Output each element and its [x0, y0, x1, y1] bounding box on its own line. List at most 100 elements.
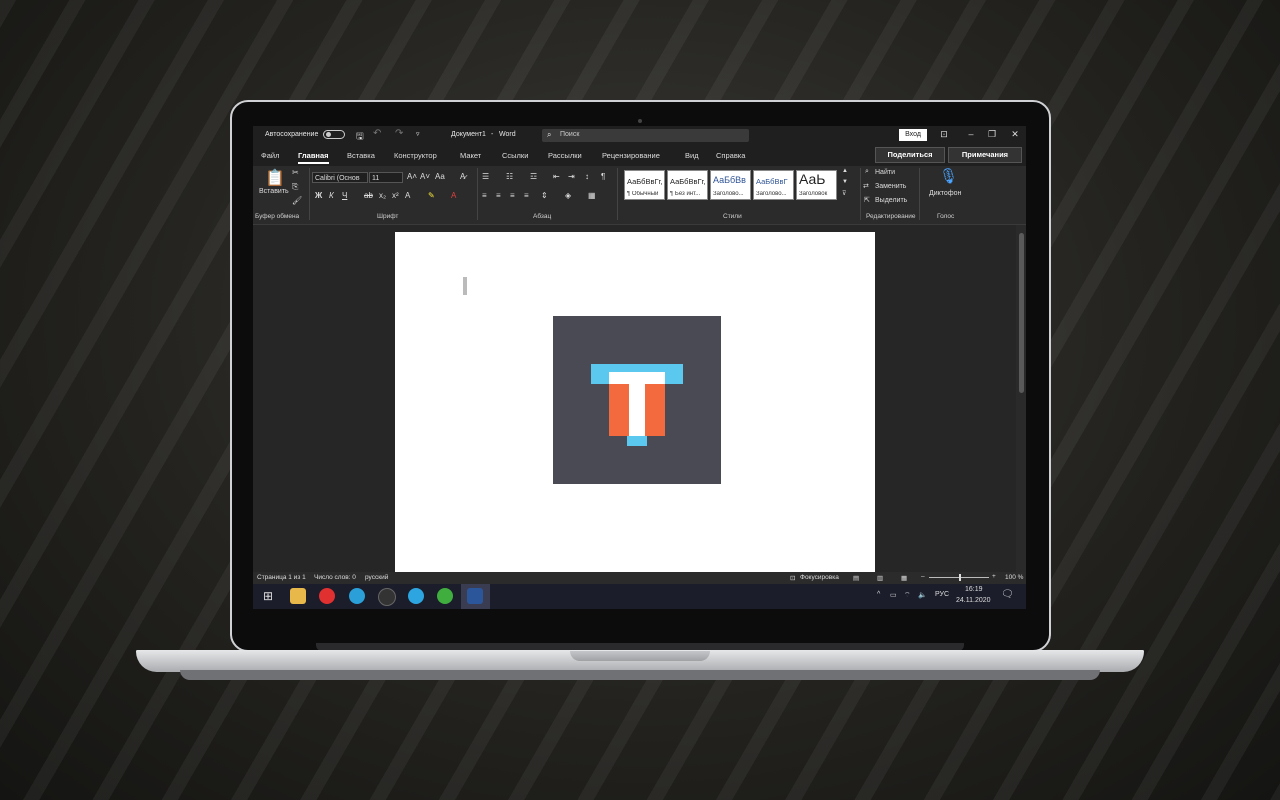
chevron-up-icon[interactable]: ^	[877, 591, 880, 598]
app-icon[interactable]	[378, 588, 396, 606]
tab-layout[interactable]: Макет	[460, 151, 481, 160]
tab-review[interactable]: Рецензирование	[602, 151, 660, 160]
decrease-indent-icon[interactable]: ⇤	[553, 172, 560, 181]
save-icon[interactable]: 🖫	[356, 129, 364, 145]
cut-icon[interactable]: ✂	[292, 168, 299, 177]
edge-icon[interactable]	[349, 588, 365, 604]
clock-time[interactable]: 16:19	[965, 586, 983, 593]
zoom-out-icon[interactable]: –	[921, 573, 925, 580]
notifications-icon[interactable]: 🗨	[1001, 589, 1014, 600]
clear-formatting-icon[interactable]: A̷	[460, 172, 465, 181]
print-layout-icon[interactable]: ▥	[877, 574, 883, 582]
telegram-icon[interactable]	[408, 588, 424, 604]
style-heading-2[interactable]: АаБбВвГ Заголово...	[753, 170, 794, 200]
inserted-logo-image[interactable]	[553, 316, 721, 484]
web-layout-icon[interactable]: ▦	[901, 574, 907, 582]
tab-insert[interactable]: Вставка	[347, 151, 375, 160]
align-left-icon[interactable]: ≡	[482, 191, 487, 200]
strikethrough-icon[interactable]: ab	[364, 191, 373, 200]
read-mode-icon[interactable]: ▤	[853, 574, 859, 582]
zoom-level[interactable]: 100 %	[1005, 574, 1023, 581]
comments-button[interactable]: Примечания	[948, 147, 1022, 163]
bullets-icon[interactable]: ☰	[482, 172, 489, 181]
font-size-select[interactable]: 11	[369, 172, 403, 183]
volume-icon[interactable]: 🔈	[918, 591, 927, 599]
underline-icon[interactable]: Ч	[342, 191, 347, 200]
numbering-icon[interactable]: ☷	[506, 172, 513, 181]
tab-design[interactable]: Конструктор	[394, 151, 437, 160]
start-icon[interactable]: ⊞	[263, 589, 273, 603]
pilcrow-icon[interactable]: ¶	[601, 172, 605, 181]
find-button[interactable]: Найти	[875, 169, 895, 176]
maximize-icon[interactable]: ❐	[983, 129, 1001, 140]
grow-font-icon[interactable]: A˄	[407, 172, 417, 181]
word-count[interactable]: Число слов: 0	[314, 574, 356, 581]
language-switch[interactable]: РУС	[935, 591, 949, 598]
battery-icon[interactable]: ▭	[890, 591, 897, 599]
tab-file[interactable]: Файл	[261, 151, 279, 160]
align-right-icon[interactable]: ≡	[510, 191, 515, 200]
italic-icon[interactable]: К	[329, 191, 334, 200]
paste-icon[interactable]: 📋	[265, 168, 285, 188]
style-heading-1[interactable]: АаБбВв Заголово...	[710, 170, 751, 200]
opera-icon[interactable]	[319, 588, 335, 604]
tab-home[interactable]: Главная	[298, 151, 329, 164]
word-taskbar-button[interactable]	[461, 584, 490, 609]
redo-icon[interactable]: ↷	[395, 128, 403, 139]
highlight-icon[interactable]: ✎	[428, 191, 435, 200]
shrink-font-icon[interactable]: A˅	[420, 172, 430, 181]
file-explorer-icon[interactable]	[290, 588, 306, 604]
autosave-toggle[interactable]	[323, 130, 345, 139]
scrollbar-thumb[interactable]	[1019, 233, 1024, 393]
font-name-select[interactable]: Calibri (Основ	[312, 172, 368, 183]
page-count[interactable]: Страница 1 из 1	[257, 574, 306, 581]
tab-references[interactable]: Ссылки	[502, 151, 528, 160]
tab-help[interactable]: Справка	[716, 151, 745, 160]
increase-indent-icon[interactable]: ⇥	[568, 172, 575, 181]
style-title[interactable]: АаЬ Заголовок	[796, 170, 837, 200]
styles-scroll-up-icon[interactable]: ▲	[842, 168, 848, 174]
microphone-icon[interactable]: 🎙	[939, 167, 958, 185]
search-input[interactable]: ⌕ Поиск	[542, 129, 749, 142]
multilevel-list-icon[interactable]: ☲	[530, 172, 537, 181]
format-painter-icon[interactable]: 🖌	[292, 196, 302, 205]
customize-toolbar-icon[interactable]: ▿	[416, 130, 420, 138]
paste-label[interactable]: Вставить	[259, 188, 289, 195]
login-button[interactable]: Вход	[899, 129, 927, 141]
text-effects-icon[interactable]: A	[405, 191, 410, 200]
clock-date[interactable]: 24.11.2020	[956, 597, 991, 604]
close-icon[interactable]: ✕	[1006, 129, 1024, 140]
style-no-spacing[interactable]: АаБбВвГг, ¶ Без инт...	[667, 170, 708, 200]
sort-icon[interactable]: ↕	[585, 172, 589, 181]
tab-mailings[interactable]: Рассылки	[548, 151, 582, 160]
zoom-slider-thumb[interactable]	[959, 574, 961, 581]
styles-more-icon[interactable]: ⊽	[842, 190, 846, 197]
shading-icon[interactable]: ◈	[565, 191, 571, 200]
tab-view[interactable]: Вид	[685, 151, 699, 160]
font-color-icon[interactable]: A	[451, 191, 456, 200]
line-spacing-icon[interactable]: ⇕	[541, 191, 548, 200]
ribbon-display-icon[interactable]: ⊡	[935, 129, 953, 140]
dictate-button[interactable]: Диктофон	[929, 190, 961, 197]
undo-icon[interactable]: ↶	[373, 128, 381, 139]
replace-button[interactable]: Заменить	[875, 183, 906, 190]
superscript-icon[interactable]: x²	[392, 191, 399, 200]
copy-icon[interactable]: ⎘	[292, 182, 298, 192]
align-center-icon[interactable]: ≡	[496, 191, 501, 200]
subscript-icon[interactable]: x₂	[379, 191, 386, 200]
vertical-scrollbar[interactable]	[1016, 225, 1026, 572]
share-button[interactable]: Поделиться	[875, 147, 945, 163]
document-page[interactable]	[395, 232, 875, 572]
focus-mode-button[interactable]: Фокусировка	[800, 574, 839, 581]
language-indicator[interactable]: русский	[365, 574, 388, 581]
bold-icon[interactable]: Ж	[315, 191, 322, 200]
utorrent-icon[interactable]	[437, 588, 453, 604]
borders-icon[interactable]: ▦	[588, 191, 596, 200]
network-icon[interactable]: ⌔	[904, 591, 911, 600]
justify-icon[interactable]: ≡	[524, 191, 529, 200]
zoom-in-icon[interactable]: +	[992, 573, 996, 580]
style-normal[interactable]: АаБбВвГг, ¶ Обычный	[624, 170, 665, 200]
minimize-icon[interactable]: –	[962, 129, 980, 139]
change-case-icon[interactable]: Aa	[435, 172, 445, 181]
select-button[interactable]: Выделить	[875, 197, 907, 204]
